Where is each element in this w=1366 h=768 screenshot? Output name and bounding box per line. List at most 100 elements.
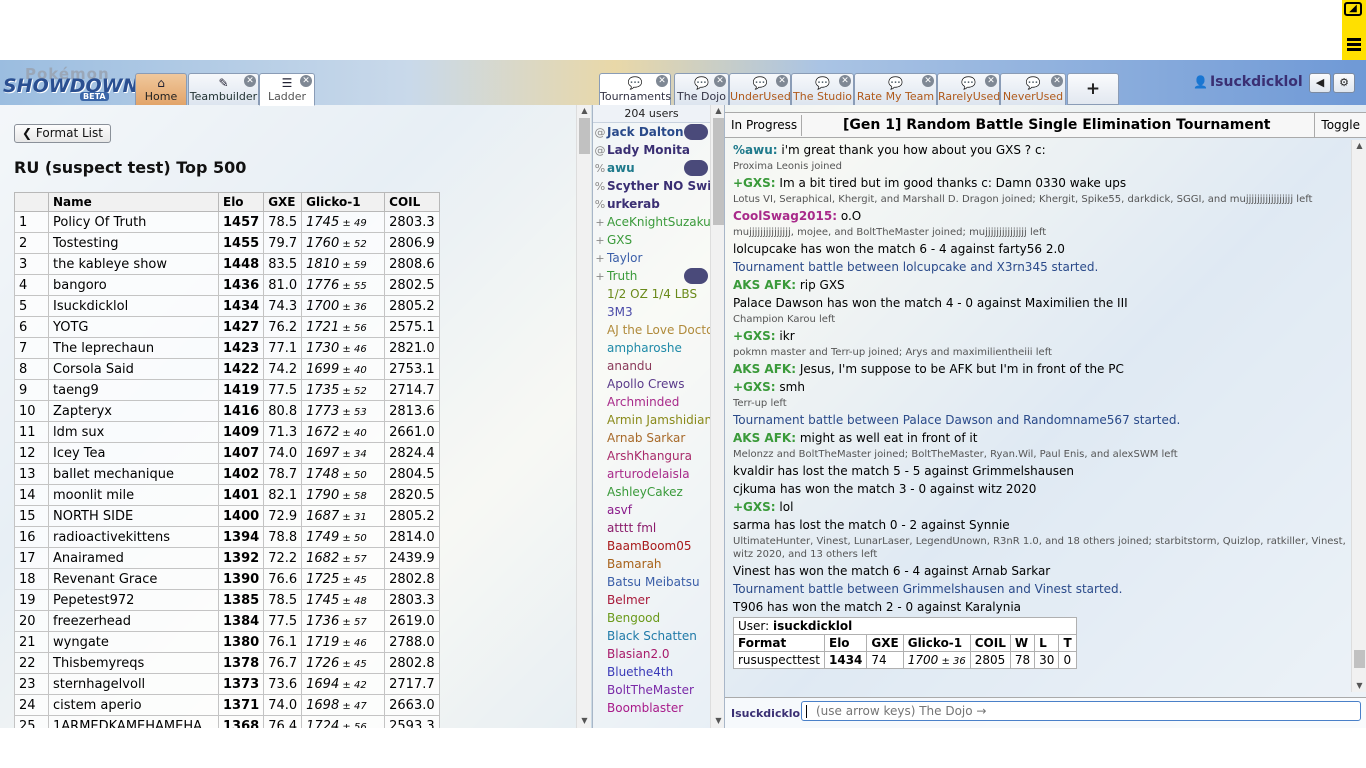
chat-username[interactable]: +GXS:: [733, 176, 776, 190]
table-row[interactable]: 21 wyngate 1380 76.1 1719 ± 46 2788.0: [14, 631, 440, 653]
table-row[interactable]: 5 Isuckdicklol 1434 74.3 1700 ± 36 2805.2: [14, 295, 440, 317]
player-name[interactable]: The leprechaun: [48, 337, 219, 359]
user-list-item[interactable]: Archminded: [593, 393, 710, 411]
scroll-down-icon[interactable]: ▼: [1352, 680, 1366, 692]
table-row[interactable]: 23 sternhagelvoll 1373 73.6 1694 ± 42 2717.7: [14, 673, 440, 695]
user-list-item[interactable]: 1/2 OZ 1/4 LBS: [593, 285, 710, 303]
chat-username[interactable]: AKS AFK:: [733, 362, 796, 376]
column-header[interactable]: Elo: [217, 192, 265, 212]
user-name[interactable]: ArshKhangura: [607, 447, 692, 465]
close-icon[interactable]: ✕: [656, 75, 668, 87]
user-list-item[interactable]: + Truth: [593, 267, 710, 285]
close-icon[interactable]: ✕: [244, 75, 256, 87]
user-list-item[interactable]: ampharoshe: [593, 339, 710, 357]
user-name[interactable]: BaamBoom05: [607, 537, 692, 555]
close-icon[interactable]: ✕: [985, 75, 997, 87]
chat-username[interactable]: CoolSwag2015:: [733, 209, 837, 223]
user-list-item[interactable]: AshleyCakez: [593, 483, 710, 501]
chat-username[interactable]: AKS AFK:: [733, 278, 796, 292]
user-name[interactable]: GXS: [607, 231, 632, 249]
table-row[interactable]: 13 ballet mechanique 1402 78.7 1748 ± 50 2804…: [14, 463, 440, 485]
close-icon[interactable]: ✕: [839, 75, 851, 87]
user-list-item[interactable]: + GXS: [593, 231, 710, 249]
add-room-button[interactable]: +: [1067, 73, 1119, 105]
table-row[interactable]: 10 Zapteryx 1416 80.8 1773 ± 53 2813.6: [14, 400, 440, 422]
user-name[interactable]: Batsu Meibatsu: [607, 573, 700, 591]
user-name[interactable]: awu: [607, 159, 635, 177]
player-name[interactable]: Isuckdicklol: [48, 295, 219, 317]
user-name[interactable]: atttt fml: [607, 519, 656, 537]
tab-home[interactable]: ⌂ Home: [135, 73, 187, 105]
player-name[interactable]: Pepetest972: [48, 589, 219, 611]
toggle-button[interactable]: Toggle: [1314, 113, 1366, 138]
player-name[interactable]: Anairamed: [48, 547, 219, 569]
table-row[interactable]: 24 cistem aperio 1371 74.0 1698 ± 47 2663.0: [14, 694, 440, 716]
rank-user-name[interactable]: isuckdicklol: [773, 619, 852, 633]
player-name[interactable]: moonlit mile: [48, 484, 219, 506]
player-name[interactable]: Revenant Grace: [48, 568, 219, 590]
scroll-thumb[interactable]: [579, 118, 590, 154]
player-name[interactable]: ballet mechanique: [48, 463, 219, 485]
table-row[interactable]: 17 Anairamed 1392 72.2 1682 ± 57 2439.9: [14, 547, 440, 569]
user-name[interactable]: anandu: [607, 357, 652, 375]
user-list-item[interactable]: + AceKnightSuzaku: [593, 213, 710, 231]
table-row[interactable]: 7 The leprechaun 1423 77.1 1730 ± 46 2821.0: [14, 337, 440, 359]
room-tab-rarelyused[interactable]: 💬 RarelyUsed ✕: [937, 73, 1000, 105]
close-icon[interactable]: ✕: [714, 75, 726, 87]
table-row[interactable]: 19 Pepetest972 1385 78.5 1745 ± 48 2803.3: [14, 589, 440, 611]
player-name[interactable]: NORTH SIDE: [48, 505, 219, 527]
user-name[interactable]: AshleyCakez: [607, 483, 683, 501]
settings-button[interactable]: ⚙: [1333, 73, 1355, 93]
userlist-scrollbar[interactable]: ▲ ▼: [710, 105, 724, 728]
room-tab-neverused[interactable]: 💬 NeverUsed ✕: [1000, 73, 1066, 105]
corner-widget[interactable]: ◢: [1342, 0, 1366, 60]
user-name[interactable]: Belmer: [607, 591, 650, 609]
chat-username[interactable]: +GXS:: [733, 329, 776, 343]
scroll-up-icon[interactable]: ▲: [1352, 140, 1366, 152]
user-name[interactable]: Armin Jamshidian: [607, 411, 710, 429]
close-icon[interactable]: ✕: [300, 75, 312, 87]
user-list-item[interactable]: arturodelaisla: [593, 465, 710, 483]
user-name[interactable]: Blasian2.0: [607, 645, 670, 663]
user-name[interactable]: ampharoshe: [607, 339, 682, 357]
user-list-item[interactable]: Black Schatten: [593, 627, 710, 645]
notification-icon[interactable]: ◢: [1344, 2, 1362, 16]
user-name[interactable]: arturodelaisla: [607, 465, 690, 483]
user-name[interactable]: asvf: [607, 501, 632, 519]
in-progress-label[interactable]: In Progress: [727, 115, 803, 136]
user-name[interactable]: Bengood: [607, 609, 660, 627]
user-list-item[interactable]: asvf: [593, 501, 710, 519]
user-list-item[interactable]: anandu: [593, 357, 710, 375]
chat-username[interactable]: +GXS:: [733, 500, 776, 514]
user-name[interactable]: Taylor: [607, 249, 642, 267]
scroll-up-icon[interactable]: ▲: [711, 105, 724, 117]
user-name[interactable]: 1/2 OZ 1/4 LBS: [607, 285, 697, 303]
room-tab-rate-my-team[interactable]: 💬 Rate My Team ✕: [854, 73, 937, 105]
player-name[interactable]: cistem aperio: [48, 694, 219, 716]
table-row[interactable]: 3 the kableye show 1448 83.5 1810 ± 59 2808.6: [14, 253, 440, 275]
menu-icon[interactable]: [1347, 38, 1361, 41]
user-list-item[interactable]: Blasian2.0: [593, 645, 710, 663]
user-name[interactable]: urkerab: [607, 195, 660, 213]
room-tab-underused[interactable]: 💬 UnderUsed ✕: [729, 73, 791, 105]
table-row[interactable]: 6 YOTG 1427 76.2 1721 ± 56 2575.1: [14, 316, 440, 338]
user-list-item[interactable]: 3M3: [593, 303, 710, 321]
user-name[interactable]: Jack Dalton: [607, 123, 684, 141]
tab-teambuilder[interactable]: ✎ Teambuilder ✕: [188, 73, 259, 105]
player-name[interactable]: Policy Of Truth: [48, 211, 219, 233]
player-name[interactable]: YOTG: [48, 316, 219, 338]
user-list-item[interactable]: % Scyther NO Swip: [593, 177, 710, 195]
room-tab-tournaments[interactable]: 💬 Tournaments ✕: [599, 73, 671, 106]
close-icon[interactable]: ✕: [922, 75, 934, 87]
ladder-scrollbar[interactable]: ▲ ▼: [576, 105, 591, 728]
username-button[interactable]: 👤 Isuckdicklol: [1193, 74, 1303, 90]
table-row[interactable]: 12 Icey Tea 1407 74.0 1697 ± 34 2824.4: [14, 442, 440, 464]
chat-username[interactable]: %awu:: [733, 143, 778, 157]
user-list-item[interactable]: + Taylor: [593, 249, 710, 267]
room-tab-the-studio[interactable]: 💬 The Studio ✕: [791, 73, 854, 105]
player-name[interactable]: Thisbemyreqs: [48, 652, 219, 674]
user-list-item[interactable]: Bluethe4th: [593, 663, 710, 681]
room-tab-the-dojo[interactable]: 💬 The Dojo ✕: [674, 73, 729, 105]
table-row[interactable]: 14 moonlit mile 1401 82.1 1790 ± 58 2820.5: [14, 484, 440, 506]
table-row[interactable]: 9 taeng9 1419 77.5 1735 ± 52 2714.7: [14, 379, 440, 401]
